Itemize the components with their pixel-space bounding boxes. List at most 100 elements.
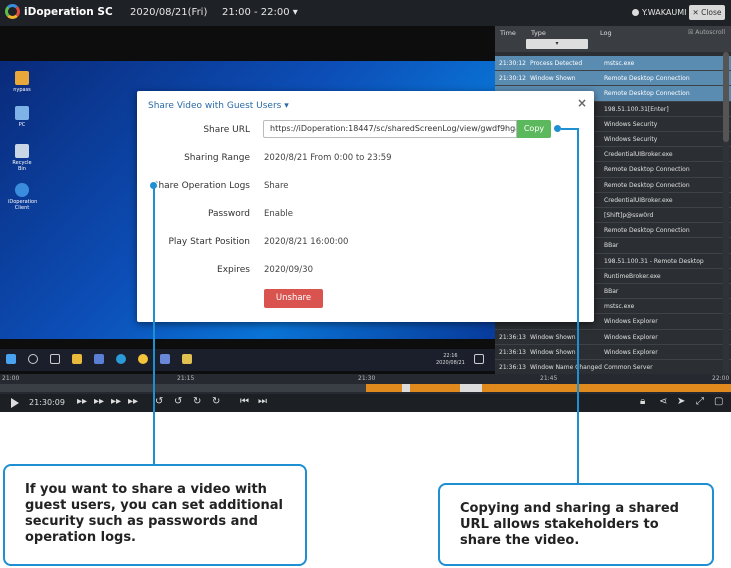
log-cell-time: 21:30:12 — [499, 75, 526, 83]
log-header: Time Type Log ☒ Autoscroll ▾ — [495, 26, 731, 52]
log-header-log[interactable]: Log — [600, 29, 612, 37]
log-row[interactable]: 21:36:13 Window Shown Windows Explorer — [495, 330, 731, 345]
log-cell-log: Remote Desktop Connection — [604, 90, 690, 98]
share-icon[interactable]: ⋖ — [659, 396, 667, 407]
log-row[interactable]: 21:30:12 Process Detected mstsc.exe — [495, 56, 731, 72]
password-value: Enable — [264, 209, 293, 219]
folder-icon — [182, 354, 192, 364]
callout-connector-left — [153, 188, 155, 464]
slow-play-icon[interactable]: ▸▸ — [77, 396, 87, 407]
expires-value: 2020/09/30 — [264, 265, 313, 275]
expand-icon[interactable]: ⤢ — [696, 396, 704, 407]
skip-next-icon[interactable]: ⏭ — [258, 396, 267, 407]
log-cell-log: CredentialUIBroker.exe — [604, 196, 673, 204]
rewind-60-icon[interactable]: ↺ — [155, 396, 163, 407]
remote-desktop-icon — [160, 354, 170, 364]
log-cell-log: Windows Explorer — [604, 348, 658, 356]
explorer-icon — [72, 354, 82, 364]
log-cell-log: 198.51.100.31 - Remote Desktop — [604, 257, 704, 265]
log-cell-type: Window Name Changed — [530, 364, 602, 371]
timeline[interactable]: 21:00 21:15 21:30 21:45 22:00 — [0, 374, 731, 394]
log-cell-log: Remote Desktop Connection — [604, 181, 690, 189]
timeline-segment — [366, 384, 402, 392]
fast-forward-icon[interactable]: ▸▸ — [94, 396, 104, 407]
top-bar: iDoperation SC 2020/08/21(Fri) 21:00 - 2… — [0, 0, 731, 26]
lock-icon[interactable]: 🔒︎ — [640, 396, 645, 407]
log-row[interactable]: 21:36:13 Window Name Changed Common Server — [495, 360, 731, 374]
task-view-icon — [50, 354, 60, 364]
log-cell-type: Window Shown — [530, 333, 576, 341]
close-button[interactable]: ✕ Close — [689, 5, 725, 20]
log-header-type[interactable]: Type — [531, 29, 546, 37]
log-cell-log: Windows Explorer — [604, 333, 658, 341]
log-header-time[interactable]: Time — [500, 29, 516, 37]
share-url-label: Share URL — [203, 125, 250, 135]
timeline-segment — [410, 384, 460, 392]
sharing-range-label: Sharing Range — [184, 153, 250, 163]
time-range-selector[interactable]: 21:00 - 22:00 ▾ — [222, 7, 298, 18]
taskbar: 22:16 2020/08/21 — [0, 349, 495, 371]
timeline-tick: 21:15 — [177, 375, 195, 382]
log-scrollbar-thumb[interactable] — [723, 52, 729, 142]
log-cell-time: 21:36:13 — [499, 364, 526, 371]
log-cell-time: 21:36:13 — [499, 348, 526, 356]
start-icon — [6, 354, 16, 364]
recycle-bin-icon — [15, 144, 29, 158]
user-menu[interactable]: Y.WAKAUMI — [632, 8, 686, 17]
log-scrollbar[interactable] — [723, 52, 729, 374]
share-video-dialog: Share Video with Guest Users ▾ × Share U… — [137, 91, 594, 322]
log-cell-log: BBar — [604, 242, 619, 250]
notification-icon — [474, 354, 484, 364]
chrome-icon — [138, 354, 148, 364]
fast-forward-2x-icon[interactable]: ▸▸ — [111, 396, 121, 407]
skip-previous-icon[interactable]: ⏮ — [240, 396, 249, 407]
log-row[interactable]: 21:36:13 Window Shown Windows Explorer — [495, 345, 731, 360]
idoperation-client-icon — [15, 183, 29, 197]
log-cell-log: Windows Security — [604, 120, 658, 128]
timeline-segment — [482, 384, 731, 392]
current-time: 21:30:09 — [29, 398, 65, 407]
log-cell-log: Windows Security — [604, 136, 658, 143]
log-cell-log: mstsc.exe — [604, 60, 635, 67]
copy-button[interactable]: Copy — [517, 120, 551, 138]
dialog-close-icon[interactable]: × — [577, 96, 587, 110]
log-cell-log: [Shift]p@ssw0rd — [604, 212, 654, 219]
pin-icon[interactable]: ➤ — [677, 396, 685, 407]
share-url-input[interactable]: https://iDoperation:18447/sc/sharedScree… — [263, 120, 517, 138]
desktop-icon: nypass — [8, 71, 36, 93]
log-cell-log: Remote Desktop Connection — [604, 166, 690, 174]
log-cell-log: Remote Desktop Connection — [604, 227, 690, 235]
play-icon[interactable] — [11, 398, 19, 408]
share-operation-logs-label: Share Operation Logs — [152, 181, 250, 191]
rewind-15-icon[interactable]: ↺ — [174, 396, 182, 407]
edge-icon — [116, 354, 126, 364]
app-name: iDoperation SC — [24, 5, 113, 18]
dialog-title[interactable]: Share Video with Guest Users ▾ — [148, 101, 289, 111]
log-cell-log: Common Server — [604, 364, 653, 371]
forward-60-icon[interactable]: ↻ — [212, 396, 220, 407]
desktop-icon: PC — [8, 106, 36, 128]
desktop-icon: Recycle Bin — [8, 144, 36, 172]
log-cell-type: Window Shown — [530, 348, 576, 356]
logo-icon — [5, 4, 20, 19]
log-cell-type: Window Shown — [530, 75, 576, 83]
fast-forward-4x-icon[interactable]: ▸▸ — [128, 396, 138, 407]
timeline-segment — [402, 384, 410, 392]
unshare-button[interactable]: Unshare — [264, 289, 323, 308]
type-filter-select[interactable]: ▾ — [526, 39, 588, 49]
password-label: Password — [207, 209, 250, 219]
taskbar-clock: 22:16 2020/08/21 — [436, 353, 465, 366]
log-row[interactable]: 21:30:12 Window Shown Remote Desktop Conne… — [495, 71, 731, 87]
share-operation-logs-value: Share — [264, 181, 289, 191]
log-cell-type: Process Detected — [530, 60, 583, 67]
autoscroll-toggle[interactable]: ☒ Autoscroll — [688, 29, 725, 36]
comment-icon[interactable]: ▢ — [714, 396, 723, 407]
desktop-icon: iDoperation Client — [8, 183, 37, 211]
log-cell-time: 21:36:13 — [499, 333, 526, 341]
app-logo: iDoperation SC — [5, 4, 113, 19]
log-cell-log: mstsc.exe — [604, 303, 635, 311]
log-cell-log: CredentialUIBroker.exe — [604, 151, 673, 159]
forward-15-icon[interactable]: ↻ — [193, 396, 201, 407]
timeline-tick: 21:00 — [2, 375, 20, 382]
callout-left: If you want to share a video with guest … — [3, 464, 307, 566]
